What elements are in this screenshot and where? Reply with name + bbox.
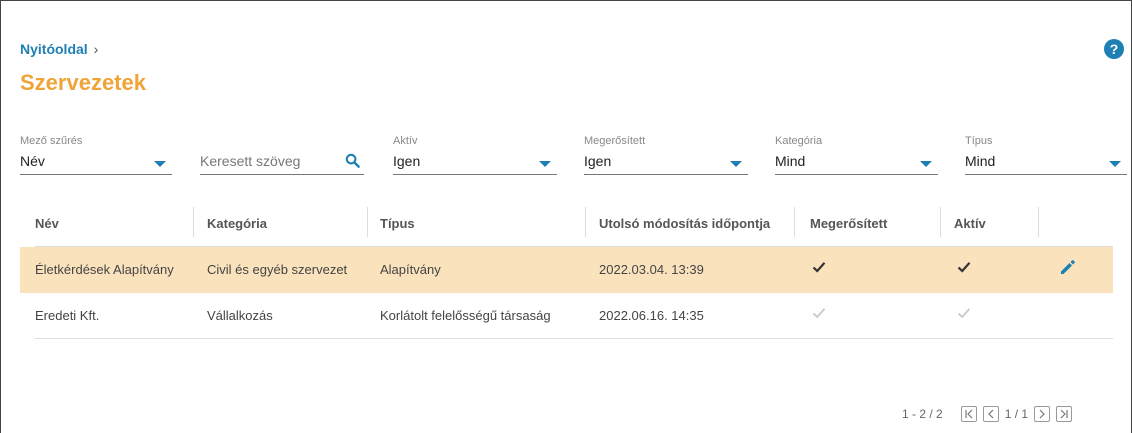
cell-name: Eredeti Kft. [35, 308, 100, 323]
pagination-page: 1 / 1 [1004, 407, 1029, 421]
table-row[interactable]: Életkérdések Alapítvány Civil és egyéb s… [20, 247, 1113, 293]
check-icon [957, 306, 971, 325]
column-header-active[interactable]: Aktív [954, 216, 986, 231]
prev-page-button[interactable] [982, 406, 999, 422]
active-filter: Aktív Igen [393, 135, 557, 175]
field-filter-label: Mező szűrés [20, 135, 83, 147]
breadcrumb: Nyitóoldal › [20, 41, 98, 57]
check-icon [957, 260, 971, 279]
confirmed-filter-select[interactable]: Igen [584, 149, 748, 175]
pagination-range: 1 - 2 / 2 [902, 407, 943, 421]
active-filter-label: Aktív [393, 135, 418, 147]
active-filter-value: Igen [393, 153, 421, 169]
column-header-modified[interactable]: Utolsó módosítás időpontja [599, 216, 770, 231]
organizations-table: Név Kategória Típus Utolsó módosítás idő… [20, 202, 1113, 339]
category-filter: Kategória Mind [775, 135, 938, 175]
last-page-icon [1060, 409, 1068, 419]
first-page-button[interactable] [960, 406, 977, 422]
column-header-type[interactable]: Típus [380, 216, 415, 231]
cell-category: Civil és egyéb szervezet [207, 262, 348, 277]
chevron-right-icon [1039, 409, 1045, 419]
breadcrumb-home-link[interactable]: Nyitóoldal [20, 41, 88, 57]
check-icon [812, 260, 826, 279]
search-icon[interactable] [345, 153, 360, 171]
cell-type: Korlátolt felelősségű társaság [380, 308, 551, 323]
caret-down-icon [539, 161, 551, 167]
caret-down-icon [1109, 161, 1121, 167]
caret-down-icon [154, 161, 166, 167]
column-header-confirmed[interactable]: Megerősített [810, 216, 887, 231]
confirmed-filter-label: Megerősített [584, 135, 646, 147]
confirmed-filter-value: Igen [584, 153, 612, 169]
cell-type: Alapítvány [380, 262, 441, 277]
pagination: 1 - 2 / 2 1 / 1 [902, 406, 1073, 422]
first-page-icon [965, 409, 973, 419]
page-title: Szervezetek [20, 70, 146, 95]
search-field[interactable] [200, 149, 364, 175]
help-icon[interactable]: ? [1104, 39, 1124, 59]
check-icon [812, 306, 826, 325]
chevron-left-icon [987, 409, 994, 419]
column-header-category[interactable]: Kategória [207, 216, 267, 231]
category-filter-label: Kategória [775, 135, 823, 147]
category-filter-select[interactable]: Mind [775, 149, 938, 175]
table-row[interactable]: Eredeti Kft. Vállalkozás Korlátolt felel… [35, 293, 1113, 339]
type-filter: Típus Mind [965, 135, 1127, 175]
confirmed-filter: Megerősített Igen [584, 135, 748, 175]
last-page-button[interactable] [1056, 406, 1073, 422]
caret-down-icon [920, 161, 932, 167]
type-filter-select[interactable]: Mind [965, 149, 1127, 175]
field-filter-select[interactable]: Név [20, 149, 172, 175]
cell-category: Vállalkozás [207, 308, 273, 323]
search-filter [200, 135, 364, 175]
search-input[interactable] [200, 153, 330, 169]
cell-modified: 2022.06.16. 14:35 [599, 308, 704, 323]
field-filter-value: Név [20, 153, 45, 169]
chevron-right-icon: › [93, 41, 99, 57]
category-filter-value: Mind [775, 153, 806, 169]
caret-down-icon [730, 161, 742, 167]
edit-pencil-icon[interactable] [1059, 258, 1077, 281]
type-filter-value: Mind [965, 153, 996, 169]
cell-name: Életkérdések Alapítvány [35, 262, 174, 277]
active-filter-select[interactable]: Igen [393, 149, 557, 175]
column-header-name[interactable]: Név [35, 216, 59, 231]
next-page-button[interactable] [1034, 406, 1051, 422]
type-filter-label: Típus [965, 135, 993, 147]
table-header: Név Kategória Típus Utolsó módosítás idő… [35, 202, 1113, 247]
cell-modified: 2022.03.04. 13:39 [599, 262, 704, 277]
field-filter: Mező szűrés Név [20, 135, 172, 175]
